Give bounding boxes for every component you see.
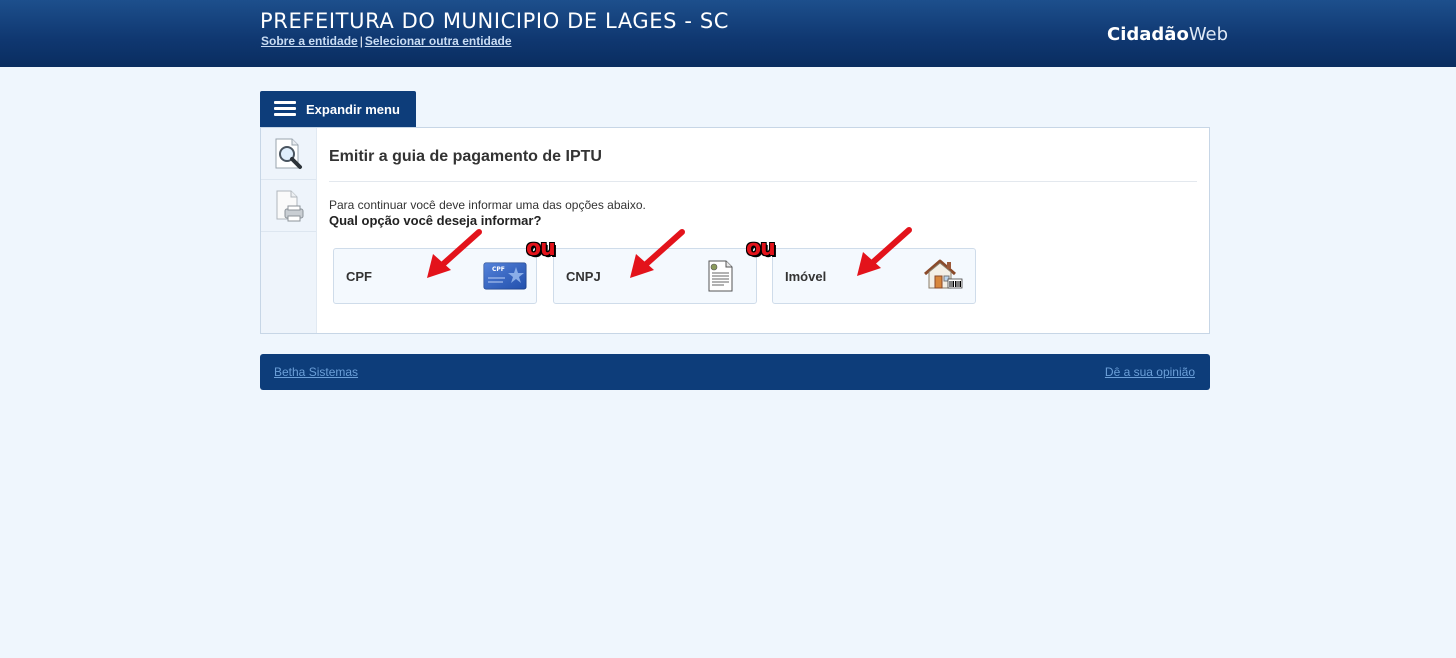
- main-panel: Emitir a guia de pagamento de IPTU Para …: [260, 127, 1210, 334]
- search-document-icon: [275, 138, 302, 169]
- side-menu: [261, 128, 317, 333]
- house-icon: [924, 259, 963, 289]
- expand-menu-label: Expandir menu: [306, 101, 400, 117]
- expand-menu-button[interactable]: Expandir menu: [260, 91, 416, 127]
- entity-links: Sobre a entidade | Selecionar outra entida…: [261, 34, 512, 48]
- or-label-2: ou: [746, 236, 776, 261]
- brand-logo: CidadãoWeb: [1107, 24, 1228, 45]
- about-entity-link[interactable]: Sobre a entidade: [261, 34, 358, 48]
- option-imovel-label: Imóvel: [785, 269, 827, 284]
- side-item-consult[interactable]: [261, 128, 316, 180]
- instruction-text: Para continuar você deve informar uma da…: [329, 198, 646, 212]
- entity-title: PREFEITURA DO MUNICIPIO DE LAGES - SC: [260, 9, 730, 33]
- document-icon: [708, 260, 733, 292]
- option-cpf-button[interactable]: CPF CPF: [333, 248, 537, 304]
- link-separator: |: [359, 34, 363, 48]
- brand-bold: Cidadão: [1107, 24, 1189, 45]
- select-entity-link[interactable]: Selecionar outra entidade: [365, 34, 512, 48]
- site-footer: Betha Sistemas Dê a sua opinião: [260, 354, 1210, 390]
- feedback-link[interactable]: Dê a sua opinião: [1105, 365, 1195, 379]
- hamburger-icon: [274, 101, 296, 117]
- option-cnpj-button[interactable]: CNPJ: [553, 248, 757, 304]
- option-imovel-button[interactable]: Imóvel: [772, 248, 976, 304]
- card-text: CPF: [492, 266, 505, 273]
- or-label-1: ou: [526, 236, 556, 261]
- side-item-print[interactable]: [261, 180, 316, 232]
- brand-light: Web: [1188, 24, 1229, 45]
- option-cnpj-label: CNPJ: [566, 269, 601, 284]
- title-divider: [329, 181, 1197, 182]
- question-text: Qual opção você deseja informar?: [329, 213, 542, 228]
- print-document-icon: [276, 190, 303, 221]
- site-header: PREFEITURA DO MUNICIPIO DE LAGES - SC So…: [0, 0, 1456, 67]
- page-title: Emitir a guia de pagamento de IPTU: [329, 148, 602, 165]
- option-cpf-label: CPF: [346, 269, 372, 284]
- id-card-icon: CPF: [483, 262, 527, 290]
- betha-sistemas-link[interactable]: Betha Sistemas: [274, 365, 358, 379]
